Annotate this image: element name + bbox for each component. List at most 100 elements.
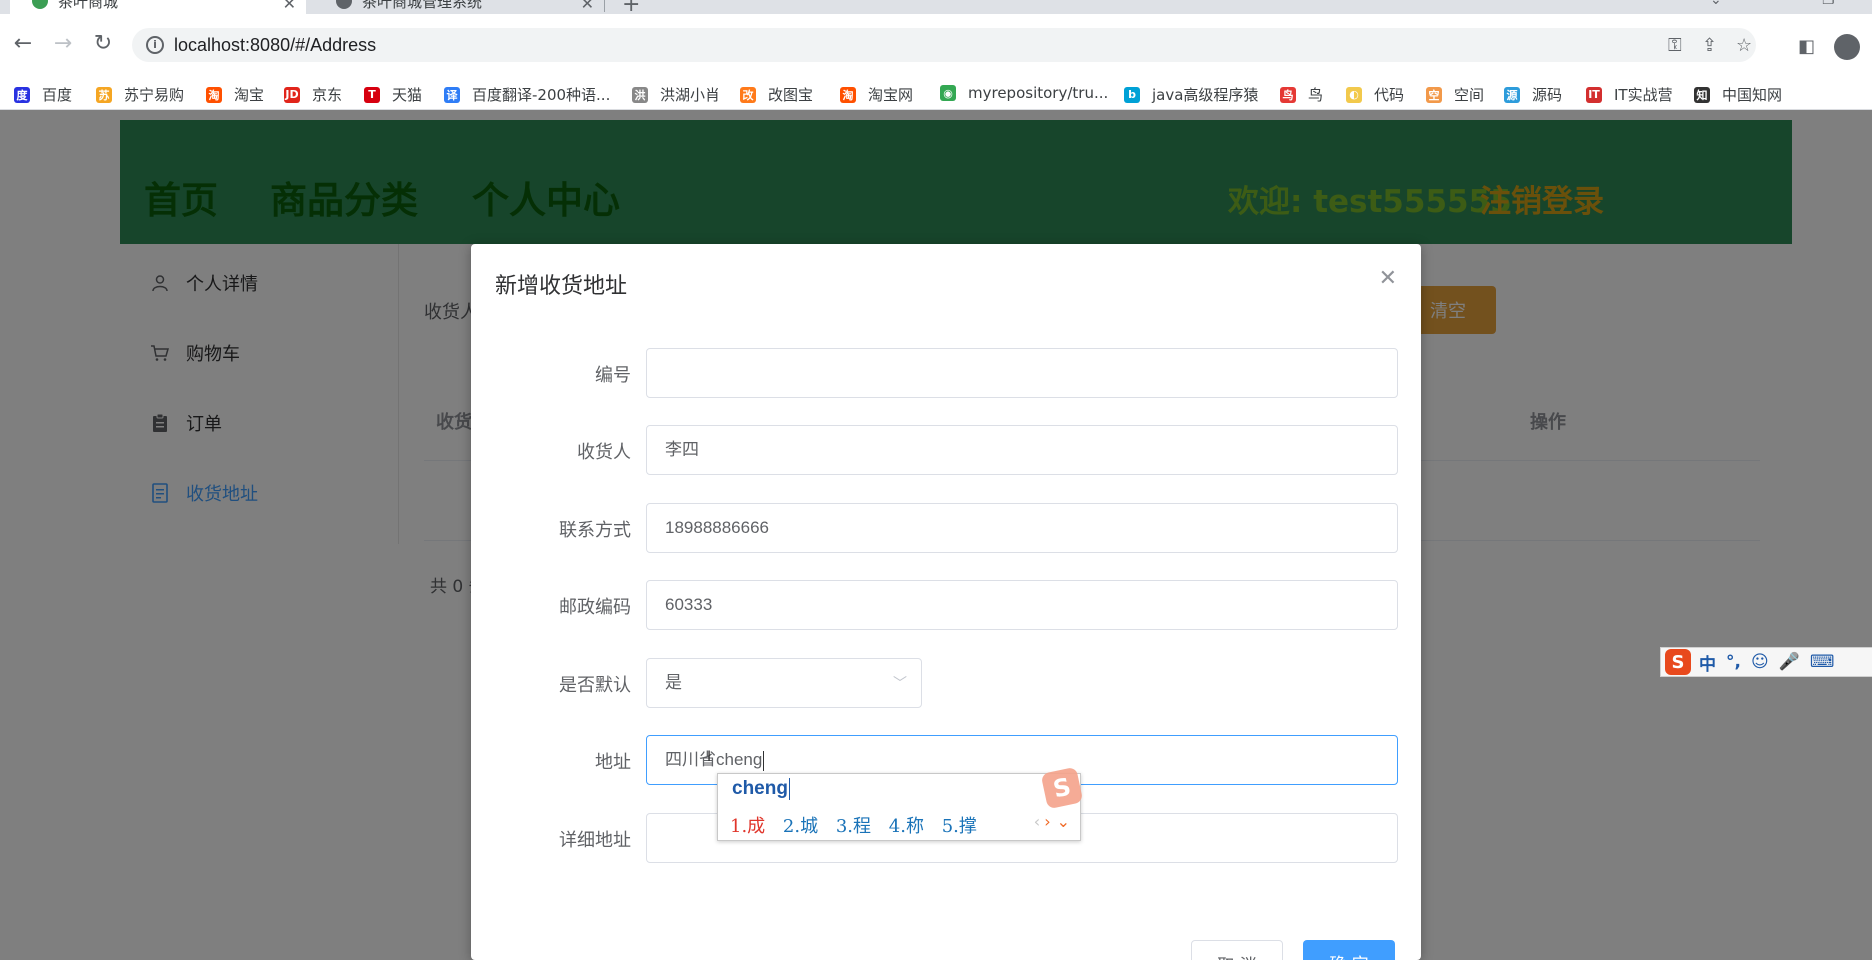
cancel-button[interactable]: 取 消 [1191, 940, 1283, 960]
baidu-icon: 度 [14, 86, 30, 103]
bookmarks-bar: 度百度 苏苏宁易购 淘淘宝 JD 京东 T 天猫 译百度翻译-200种语... 洪洪… [0, 78, 1872, 110]
text-caret [763, 750, 765, 771]
tab-title: 茶叶商城 [58, 0, 119, 11]
ime-candidate[interactable]: 5.撑 [942, 816, 977, 837]
tab-title: 茶叶商城管理系统 [362, 0, 483, 11]
new-tab-icon[interactable]: + [622, 0, 640, 14]
bookmark-item[interactable]: b java高级程序猿 [1124, 84, 1258, 105]
dialog-title: 新增收货地址 [495, 274, 628, 299]
chevron-left-icon[interactable]: ‹ [1034, 812, 1040, 831]
info-icon[interactable]: i [146, 36, 164, 54]
address-value: 四川省cheng [665, 750, 763, 769]
field-label: 详细地址 [559, 830, 631, 851]
bookmark-item[interactable]: 鸟鸟 [1280, 84, 1323, 105]
form-row-postcode: 邮政编码 60333 [471, 580, 1421, 630]
ime-status-bar: S 中 °, ☺ 🎤 ⌨ [1660, 647, 1872, 677]
browser-toolbar: ← → ↻ i localhost:8080/#/Address ⚿ ⇪ ☆ ◧ [0, 14, 1872, 78]
translate-icon: 译 [444, 86, 460, 103]
bookmark-item[interactable]: ◉ myrepository/tru... [940, 84, 1108, 102]
qzone-icon: 空 [1426, 86, 1442, 103]
chrome-icon: ◉ [940, 85, 956, 101]
close-icon[interactable]: ✕ [283, 0, 296, 13]
bookmark-item[interactable]: 苏苏宁易购 [96, 84, 184, 105]
back-arrow-icon[interactable]: ← [10, 30, 36, 56]
gaitubao-icon: 改 [740, 86, 756, 103]
tab-separator [604, 0, 605, 12]
address-bar[interactable]: i localhost:8080/#/Address ⚿ ⇪ ☆ [132, 28, 1756, 62]
punctuation-icon[interactable]: °, [1726, 652, 1741, 672]
close-icon[interactable]: ✕ [1379, 266, 1397, 291]
bookmark-item[interactable]: 知中国知网 [1694, 84, 1782, 105]
ime-candidate[interactable]: 2.城 [783, 816, 818, 837]
receiver-input[interactable]: 李四 [646, 425, 1398, 475]
form-row-phone: 联系方式 18988886666 [471, 503, 1421, 553]
taobao-icon: 淘 [840, 86, 856, 103]
url-text[interactable]: localhost:8080/#/Address [174, 35, 376, 56]
close-icon[interactable]: ✕ [581, 0, 594, 13]
form-row-default: 是否默认 是 ﹀ [471, 658, 1421, 708]
tea-leaf-icon [32, 0, 48, 9]
bookmark-item[interactable]: 度百度 [14, 84, 72, 105]
share-icon[interactable]: ⇪ [1702, 35, 1717, 56]
forward-arrow-icon[interactable]: → [50, 30, 76, 56]
bookmark-item[interactable]: 淘淘宝网 [840, 84, 913, 105]
ime-candidate[interactable]: 1.成 [730, 816, 765, 837]
text-cursor-icon: I [707, 749, 712, 765]
field-label: 邮政编码 [559, 597, 631, 618]
source-icon: 源 [1504, 86, 1520, 103]
tab-tea-mall[interactable]: 茶叶商城 ✕ [10, 0, 306, 14]
star-icon[interactable]: ☆ [1736, 35, 1752, 56]
jd-icon: JD [284, 86, 300, 103]
keyboard-icon[interactable]: ⌨ [1810, 652, 1835, 672]
confirm-button[interactable]: 确 定 [1303, 940, 1395, 960]
field-label: 编号 [595, 365, 631, 386]
field-label: 地址 [595, 752, 631, 773]
chinese-mode-icon[interactable]: 中 [1699, 650, 1716, 675]
field-label: 是否默认 [559, 675, 631, 696]
tmall-icon: T [364, 86, 380, 103]
side-panel-icon[interactable]: ◧ [1798, 36, 1815, 57]
sogou-icon[interactable]: S [1665, 649, 1691, 675]
bookmark-item[interactable]: T 天猫 [364, 84, 422, 105]
add-address-dialog: 新增收货地址 ✕ 编号 收货人 李四 联系方式 18988886666 邮政编码… [471, 244, 1421, 960]
ime-candidate[interactable]: 3.程 [836, 816, 871, 837]
default-select[interactable]: 是 ﹀ [646, 658, 922, 708]
ime-paging: ‹ › ⌄ [1034, 812, 1070, 831]
bookmark-item[interactable]: 源源码 [1504, 84, 1562, 105]
reload-icon[interactable]: ↻ [90, 30, 116, 56]
bird-icon: 洪 [632, 86, 648, 103]
ime-candidate[interactable]: 4.称 [889, 816, 924, 837]
bookmark-item[interactable]: IT IT实战营 [1586, 84, 1673, 105]
ime-candidate-window: cheng 1.成 2.城 3.程 4.称 5.撑 ‹ › ⌄ [717, 773, 1081, 841]
field-label: 收货人 [577, 442, 631, 463]
bookmark-item[interactable]: 洪洪湖小肖 [632, 84, 720, 105]
globe-icon [336, 0, 352, 9]
field-label: 联系方式 [559, 520, 631, 541]
id-input[interactable] [646, 348, 1398, 398]
chevron-down-icon[interactable]: ⌄ [1057, 812, 1070, 831]
form-row-receiver: 收货人 李四 [471, 425, 1421, 475]
selected-value: 是 [665, 673, 682, 692]
emoji-icon[interactable]: ☺ [1751, 652, 1769, 672]
tab-tea-admin[interactable]: 茶叶商城管理系统 ✕ [314, 0, 604, 14]
form-row-id: 编号 [471, 348, 1421, 398]
tab-strip: 茶叶商城 ✕ 茶叶商城管理系统 ✕ + ⌄ ❐ [0, 0, 1872, 14]
chevron-right-icon[interactable]: › [1044, 812, 1050, 831]
postcode-input[interactable]: 60333 [646, 580, 1398, 630]
phone-input[interactable]: 18988886666 [646, 503, 1398, 553]
bookmark-item[interactable]: 译百度翻译-200种语... [444, 84, 610, 105]
bookmark-item[interactable]: JD 京东 [284, 84, 342, 105]
profile-avatar[interactable] [1834, 34, 1860, 60]
code-icon: ◐ [1346, 86, 1362, 103]
it-icon: IT [1586, 86, 1602, 103]
cnki-icon: 知 [1694, 86, 1710, 103]
key-icon[interactable]: ⚿ [1668, 35, 1682, 56]
bookmark-item[interactable]: 空空间 [1426, 84, 1484, 105]
bookmark-item[interactable]: 改改图宝 [740, 84, 813, 105]
microphone-icon[interactable]: 🎤 [1779, 652, 1800, 672]
bookmark-item[interactable]: ◐ 代码 [1346, 84, 1404, 105]
chevron-down-icon[interactable]: ⌄ [1710, 0, 1722, 8]
bookmark-item[interactable]: 淘淘宝 [206, 84, 264, 105]
taobao-icon: 淘 [206, 86, 222, 103]
window-restore-icon[interactable]: ❐ [1822, 0, 1835, 8]
